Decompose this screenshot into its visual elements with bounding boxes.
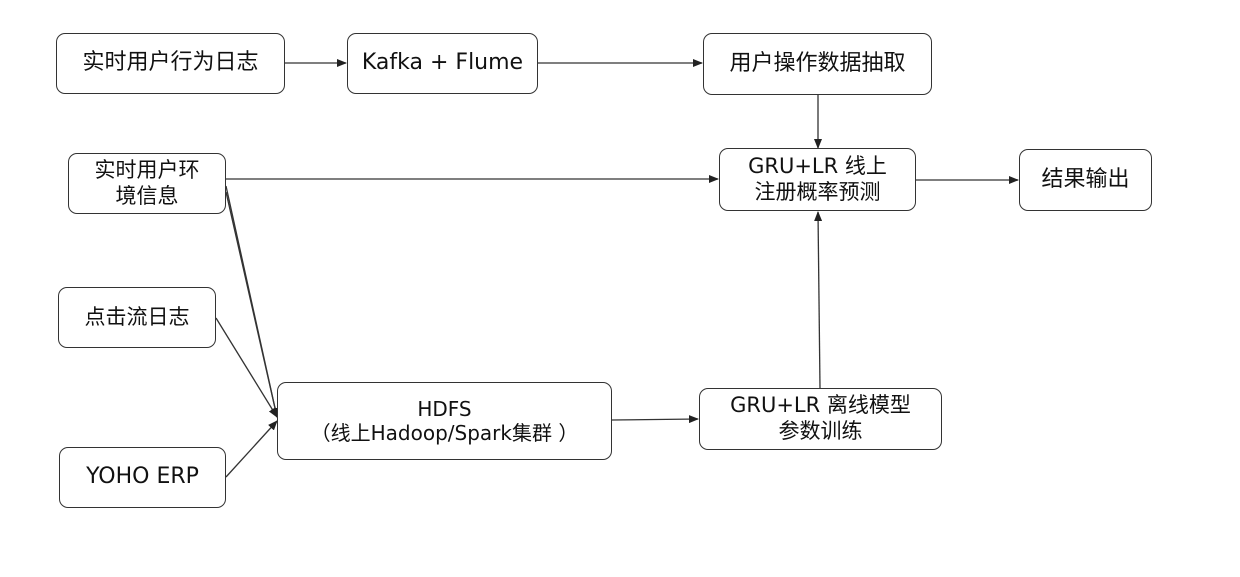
node-result-output: 结果输出 bbox=[1019, 149, 1152, 211]
edge-clickstream-to-hdfs bbox=[215, 317, 278, 418]
node-gru-lr-online: GRU+LR 线上 注册概率预测 bbox=[719, 148, 916, 211]
edge-erp-to-hdfs bbox=[225, 420, 278, 478]
node-label-line2: 境信息 bbox=[115, 183, 179, 208]
node-label-line1: 实时用户环 bbox=[94, 157, 200, 182]
edge-hdfs-to-offline bbox=[611, 415, 699, 424]
node-label-line2: （线上Hadoop/Spark集群 ） bbox=[310, 421, 579, 445]
node-label-line1: HDFS bbox=[417, 396, 472, 421]
node-label: 点击流日志 bbox=[84, 304, 190, 329]
node-label-line2: 参数训练 bbox=[778, 419, 863, 443]
node-label: YOHO ERP bbox=[86, 464, 199, 490]
node-user-op-extract: 用户操作数据抽取 bbox=[703, 33, 932, 95]
node-label: Kafka + Flume bbox=[361, 50, 524, 76]
edge-offline-to-online bbox=[814, 211, 823, 389]
node-label: 结果输出 bbox=[1041, 166, 1130, 192]
node-label: 实时用户行为日志 bbox=[82, 50, 259, 76]
edge-env-to-hdfs-2 bbox=[225, 191, 278, 418]
node-label-line2: 注册概率预测 bbox=[754, 179, 881, 204]
flow-diagram: 实时用户行为日志 Kafka + Flume 用户操作数据抽取 实时用户环 境信… bbox=[0, 0, 1240, 577]
node-label: 用户操作数据抽取 bbox=[729, 50, 906, 76]
node-yoho-erp: YOHO ERP bbox=[59, 447, 226, 508]
node-label-line1: GRU+LR 离线模型 bbox=[730, 393, 911, 418]
node-gru-lr-offline: GRU+LR 离线模型 参数训练 bbox=[699, 388, 942, 450]
node-realtime-behavior-log: 实时用户行为日志 bbox=[56, 33, 285, 94]
node-hdfs: HDFS （线上Hadoop/Spark集群 ） bbox=[277, 382, 612, 460]
node-clickstream-log: 点击流日志 bbox=[58, 287, 216, 348]
node-label-line1: GRU+LR 线上 bbox=[748, 153, 887, 178]
node-kafka-flume: Kafka + Flume bbox=[347, 33, 538, 94]
node-realtime-env-info: 实时用户环 境信息 bbox=[68, 153, 226, 214]
